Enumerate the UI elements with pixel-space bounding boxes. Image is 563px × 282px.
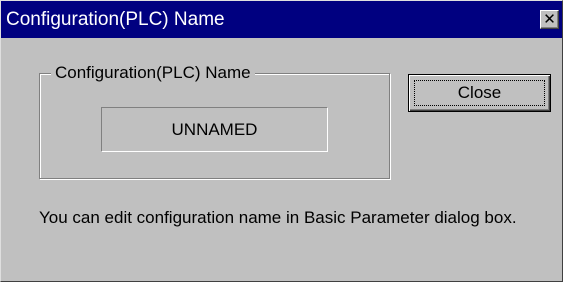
dialog-window: Configuration(PLC) Name ✕ Configuration(… <box>0 0 563 282</box>
groupbox-legend: Configuration(PLC) Name <box>51 62 255 84</box>
title-bar[interactable]: Configuration(PLC) Name ✕ <box>1 1 562 38</box>
close-button-label: Close <box>457 83 502 102</box>
close-icon[interactable]: ✕ <box>540 10 559 29</box>
config-name-field: UNNAMED <box>101 107 328 152</box>
close-button[interactable]: Close <box>408 74 551 112</box>
window-title: Configuration(PLC) Name <box>6 9 225 30</box>
info-message: You can edit configuration name in Basic… <box>39 208 517 227</box>
